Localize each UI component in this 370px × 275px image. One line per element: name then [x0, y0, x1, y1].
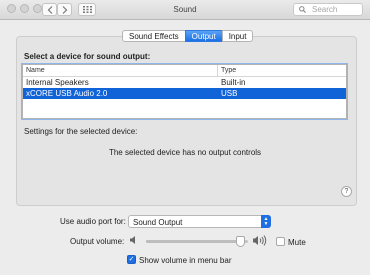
checkmark-icon: ✓ — [128, 256, 135, 263]
table-row[interactable]: Internal Speakers Built-in — [23, 77, 346, 88]
show-volume-menubar-label: Show volume in menu bar — [139, 256, 232, 265]
device-type: Built-in — [221, 78, 246, 87]
device-select-heading: Select a device for sound output: — [24, 52, 151, 61]
device-name: xCORE USB Audio 2.0 — [26, 89, 108, 98]
volume-slider-track[interactable] — [146, 240, 248, 243]
audio-port-label: Use audio port for: — [60, 217, 126, 226]
tab-sound-effects[interactable]: Sound Effects — [122, 30, 186, 42]
title-bar: Sound Search — [0, 0, 370, 20]
mute-checkbox[interactable] — [276, 237, 285, 246]
show-volume-menubar-checkbox[interactable]: ✓ — [127, 255, 136, 264]
tab-input[interactable]: Input — [221, 30, 254, 42]
search-icon — [299, 6, 306, 13]
search-field[interactable]: Search — [293, 3, 363, 16]
audio-port-select[interactable]: Sound Output ▲ ▼ — [128, 215, 271, 228]
volume-slider-thumb[interactable] — [236, 236, 246, 247]
tab-bar: Sound Effects Output Input — [122, 30, 254, 42]
table-row-selected[interactable]: xCORE USB Audio 2.0 USB — [23, 88, 346, 99]
speaker-high-icon — [253, 235, 267, 246]
device-type: USB — [221, 89, 238, 98]
column-header-name[interactable]: Name — [23, 65, 218, 76]
output-device-table[interactable]: Name Type Internal Speakers Built-in xCO… — [21, 63, 348, 120]
help-icon: ? — [344, 188, 349, 195]
audio-port-value: Sound Output — [133, 218, 183, 227]
output-panel — [16, 36, 357, 206]
volume-slider-fill — [146, 240, 241, 243]
search-placeholder: Search — [312, 5, 338, 14]
no-controls-message: The selected device has no output contro… — [108, 148, 262, 157]
updown-chevron-icon: ▲ ▼ — [261, 215, 271, 228]
tab-output[interactable]: Output — [184, 30, 223, 42]
output-volume-label: Output volume: — [70, 237, 125, 246]
mute-label: Mute — [288, 238, 306, 247]
device-settings-label: Settings for the selected device: — [24, 127, 138, 136]
help-button[interactable]: ? — [341, 186, 352, 197]
device-name: Internal Speakers — [26, 78, 89, 87]
speaker-low-icon — [130, 236, 135, 244]
table-header: Name Type — [23, 65, 346, 77]
column-header-type[interactable]: Type — [218, 65, 346, 76]
